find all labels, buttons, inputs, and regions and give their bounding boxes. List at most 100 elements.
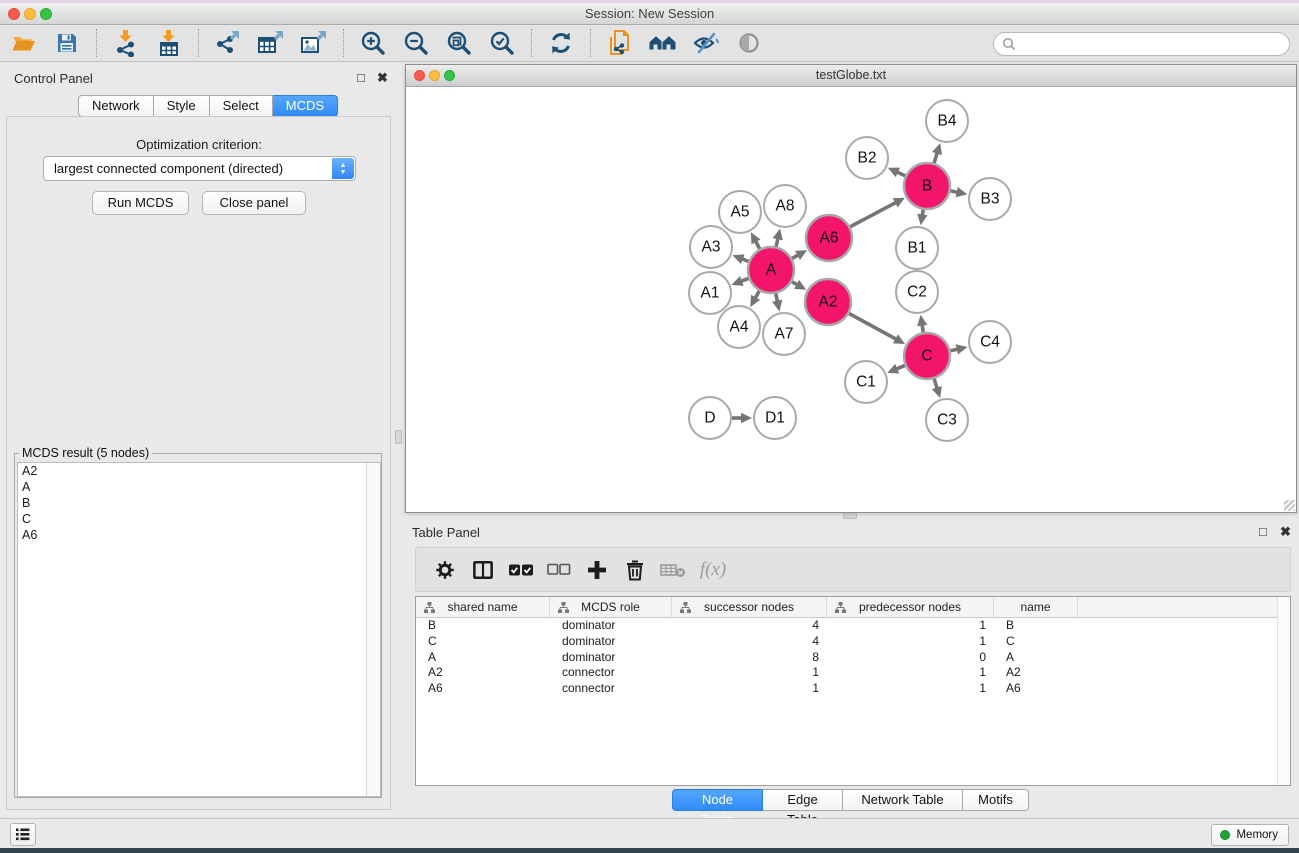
table-row[interactable]: A2connector11A2 xyxy=(416,665,1290,681)
network-graph[interactable]: B4B2BB3A8A5A6A3B1AC2A1A2A4A7C4CC1DD1C3 xyxy=(406,87,1296,512)
duplicate-network-button[interactable] xyxy=(602,28,638,58)
zoom-window-button[interactable] xyxy=(444,70,455,81)
desktop-background-bottom xyxy=(0,848,1299,853)
table-settings-button[interactable] xyxy=(428,554,462,586)
birds-eye-views-button[interactable] xyxy=(645,28,681,58)
toolbar-separator xyxy=(343,29,344,57)
graph-node-label: A4 xyxy=(730,319,749,336)
export-network-button[interactable] xyxy=(210,28,246,58)
scrollbar-track[interactable] xyxy=(366,463,380,796)
hide-graphics-details-button[interactable] xyxy=(688,28,724,58)
plus-icon xyxy=(586,559,608,581)
function-builder-button[interactable]: f(x) xyxy=(694,554,728,586)
vertical-splitter-grip[interactable] xyxy=(395,430,402,444)
attribute-type-icon xyxy=(680,602,691,613)
export-table-button[interactable] xyxy=(253,28,289,58)
table-row[interactable]: Cdominator41C xyxy=(416,634,1290,650)
column-header-predecessor-nodes[interactable]: predecessor nodes xyxy=(827,597,994,617)
float-panel-icon[interactable]: □ xyxy=(357,70,365,85)
table-cell: C xyxy=(994,634,1078,650)
mcds-result-item[interactable]: C xyxy=(18,511,380,527)
save-session-button[interactable] xyxy=(49,28,85,58)
close-window-button[interactable] xyxy=(414,70,425,81)
refresh-button[interactable] xyxy=(543,28,579,58)
zoom-fit-button[interactable] xyxy=(441,28,477,58)
network-canvas[interactable]: B4B2BB3A8A5A6A3B1AC2A1A2A4A7C4CC1DD1C3 xyxy=(406,87,1296,512)
table-cell: dominator xyxy=(550,618,672,634)
graph-node-label: C xyxy=(921,348,932,365)
zoom-in-button[interactable] xyxy=(355,28,391,58)
tab-motifs[interactable]: Motifs xyxy=(963,789,1029,811)
table-row[interactable]: Adominator80A xyxy=(416,650,1290,666)
close-window-button[interactable] xyxy=(8,8,20,20)
mcds-result-item[interactable]: B xyxy=(18,495,380,511)
tab-select[interactable]: Select xyxy=(210,95,273,117)
mcds-result-item[interactable]: A6 xyxy=(18,527,380,543)
graph-edge-A2-C[interactable] xyxy=(849,313,897,339)
search-input[interactable] xyxy=(993,32,1290,56)
table-cell: dominator xyxy=(550,650,672,666)
close-panel-button[interactable]: Close panel xyxy=(202,191,306,215)
table-cell: A2 xyxy=(416,665,550,681)
optimization-select[interactable]: largest connected component (directed) ▲… xyxy=(43,156,356,181)
tab-node-table[interactable]: Node Table xyxy=(672,789,763,811)
mcds-result-list[interactable]: A2ABCA6 xyxy=(17,462,381,797)
import-network-icon xyxy=(113,29,139,57)
hide-details-eye-slash-icon xyxy=(692,31,720,55)
mcds-result-item[interactable]: A xyxy=(18,479,380,495)
graph-node-label: B1 xyxy=(908,240,927,257)
add-column-button[interactable] xyxy=(580,554,614,586)
window-resize-grip[interactable] xyxy=(1284,500,1295,511)
tab-network-table[interactable]: Network Table xyxy=(843,789,963,811)
export-image-button[interactable] xyxy=(296,28,332,58)
minimize-window-button[interactable] xyxy=(429,70,440,81)
close-panel-icon[interactable]: ✖ xyxy=(377,70,388,86)
import-table-button[interactable] xyxy=(151,28,187,58)
mcds-result-item[interactable]: A2 xyxy=(18,463,380,479)
network-window-titlebar[interactable]: testGlobe.txt xyxy=(406,65,1296,87)
zoom-selected-button[interactable] xyxy=(484,28,520,58)
column-label: MCDS role xyxy=(581,600,640,614)
show-columns-button[interactable] xyxy=(466,554,500,586)
show-graphics-details-button[interactable] xyxy=(731,28,767,58)
table-cell: connector xyxy=(550,665,672,681)
table-cell: 1 xyxy=(827,665,994,681)
delete-column-button[interactable] xyxy=(618,554,652,586)
delete-table-button[interactable] xyxy=(656,554,690,586)
column-header-shared-name[interactable]: shared name xyxy=(416,597,550,617)
table-cell: 8 xyxy=(672,650,827,666)
zoom-window-button[interactable] xyxy=(40,8,52,20)
graph-node-label: D1 xyxy=(765,410,785,427)
import-network-button[interactable] xyxy=(108,28,144,58)
table-row[interactable]: Bdominator41B xyxy=(416,618,1290,634)
tab-network[interactable]: Network xyxy=(78,95,154,117)
deselect-all-button[interactable] xyxy=(542,554,576,586)
graph-edge-A6-B[interactable] xyxy=(850,202,897,227)
table-cell: B xyxy=(416,618,550,634)
close-panel-icon[interactable]: ✖ xyxy=(1280,524,1291,540)
column-header-successor-nodes[interactable]: successor nodes xyxy=(672,597,827,617)
graph-node-label: A3 xyxy=(702,239,721,256)
graph-node-label: A8 xyxy=(776,198,795,215)
zoom-out-button[interactable] xyxy=(398,28,434,58)
run-mcds-button[interactable]: Run MCDS xyxy=(92,191,189,215)
table-cell: connector xyxy=(550,681,672,697)
edge-arrowhead-icon xyxy=(917,315,927,327)
column-header-name[interactable]: name xyxy=(994,597,1078,617)
tab-style[interactable]: Style xyxy=(154,95,210,117)
select-all-button[interactable] xyxy=(504,554,538,586)
table-row[interactable]: A6connector11A6 xyxy=(416,681,1290,697)
horizontal-splitter-grip[interactable] xyxy=(843,512,857,519)
scrollbar-track[interactable] xyxy=(1277,597,1290,785)
task-history-button[interactable] xyxy=(10,823,36,846)
open-session-button[interactable] xyxy=(6,28,42,58)
memory-button[interactable]: Memory xyxy=(1211,824,1289,846)
graph-node-label: A2 xyxy=(819,294,838,311)
minimize-window-button[interactable] xyxy=(24,8,36,20)
workspace-area: testGlobe.txt B4B2BB3A8A5A6A3B1AC2A1A2A4… xyxy=(398,62,1299,818)
column-header-mcds-role[interactable]: MCDS role xyxy=(550,597,672,617)
tab-edge-table[interactable]: Edge Table xyxy=(763,789,843,811)
table-columns-icon xyxy=(472,560,494,580)
tab-mcds[interactable]: MCDS xyxy=(273,95,338,117)
float-panel-icon[interactable]: □ xyxy=(1259,524,1267,539)
